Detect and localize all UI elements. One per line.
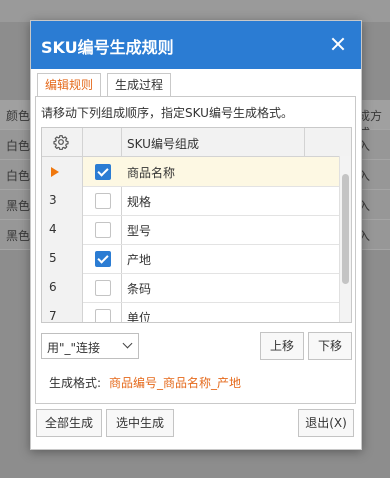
row-indicator bbox=[42, 157, 83, 186]
format-preview: 商品编号_商品名称_产地 bbox=[109, 376, 242, 390]
row-number: 3 bbox=[42, 186, 83, 215]
move-up-button[interactable]: 上移 bbox=[260, 332, 304, 360]
generate-selected-button[interactable]: 选中生成 bbox=[106, 409, 174, 437]
table-row[interactable]: 6 条码 bbox=[42, 273, 340, 303]
row-checkbox[interactable] bbox=[95, 309, 111, 322]
tab-generation-process[interactable]: 生成过程 bbox=[107, 73, 171, 96]
row-label: 单位 bbox=[127, 311, 152, 323]
row-number: 4 bbox=[42, 215, 83, 244]
column-header-sku: SKU编号组成 bbox=[127, 137, 199, 151]
gear-icon[interactable] bbox=[53, 134, 69, 150]
row-number: 6 bbox=[42, 273, 83, 302]
row-label: 条码 bbox=[127, 282, 152, 296]
dialog-header: SKU编号生成规则 bbox=[31, 21, 361, 69]
edit-rules-panel: 请移动下列组成顺序，指定SKU编号生成格式。 SKU编号组成 商品名称 3 规格… bbox=[35, 96, 356, 404]
connector-select[interactable]: 用"_"连接 bbox=[41, 333, 139, 359]
table-row[interactable]: 商品名称 bbox=[42, 157, 340, 187]
row-number: 7 bbox=[42, 302, 83, 322]
sku-composition-grid: SKU编号组成 商品名称 3 规格 4 型号 5 产地 6 条码 7 单位 bbox=[41, 127, 352, 323]
connector-select-value: 用"_"连接 bbox=[47, 341, 101, 355]
background-cell: 黑色 bbox=[6, 229, 31, 243]
scrollbar-thumb[interactable] bbox=[342, 174, 349, 284]
row-checkbox[interactable] bbox=[95, 251, 111, 267]
table-row[interactable]: 4 型号 bbox=[42, 215, 340, 245]
row-checkbox[interactable] bbox=[95, 164, 111, 180]
exit-button[interactable]: 退出(X) bbox=[298, 409, 354, 437]
format-label: 生成格式: bbox=[49, 376, 102, 390]
column-divider bbox=[304, 128, 305, 156]
row-number: 5 bbox=[42, 244, 83, 273]
table-row[interactable]: 3 规格 bbox=[42, 186, 340, 216]
tab-edit-rules[interactable]: 编辑规则 bbox=[37, 73, 101, 96]
close-icon[interactable] bbox=[325, 31, 351, 57]
row-checkbox[interactable] bbox=[95, 222, 111, 238]
row-checkbox[interactable] bbox=[95, 280, 111, 296]
sku-rule-dialog: SKU编号生成规则 编辑规则 生成过程 请移动下列组成顺序，指定SKU编号生成格… bbox=[30, 20, 362, 450]
background-cell: 黑色 bbox=[6, 199, 31, 213]
table-row[interactable]: 5 产地 bbox=[42, 244, 340, 274]
dialog-title: SKU编号生成规则 bbox=[41, 38, 174, 57]
row-label: 规格 bbox=[127, 195, 152, 209]
background-cell: 白色 bbox=[6, 169, 31, 183]
row-checkbox[interactable] bbox=[95, 193, 111, 209]
current-row-arrow-icon bbox=[51, 167, 59, 177]
row-label: 型号 bbox=[127, 224, 152, 238]
background-cell: 白色 bbox=[6, 139, 31, 153]
background-toolbar bbox=[0, 0, 390, 22]
grid-scrollbar[interactable] bbox=[339, 156, 351, 322]
generate-all-button[interactable]: 全部生成 bbox=[36, 409, 102, 437]
row-label: 商品名称 bbox=[127, 166, 176, 180]
row-label: 产地 bbox=[127, 253, 152, 267]
move-down-button[interactable]: 下移 bbox=[308, 332, 352, 360]
table-row[interactable]: 7 单位 bbox=[42, 302, 340, 323]
background-header-color: 颜色 bbox=[6, 109, 31, 123]
instruction-text: 请移动下列组成顺序，指定SKU编号生成格式。 bbox=[41, 106, 293, 120]
chevron-down-icon bbox=[122, 338, 133, 349]
